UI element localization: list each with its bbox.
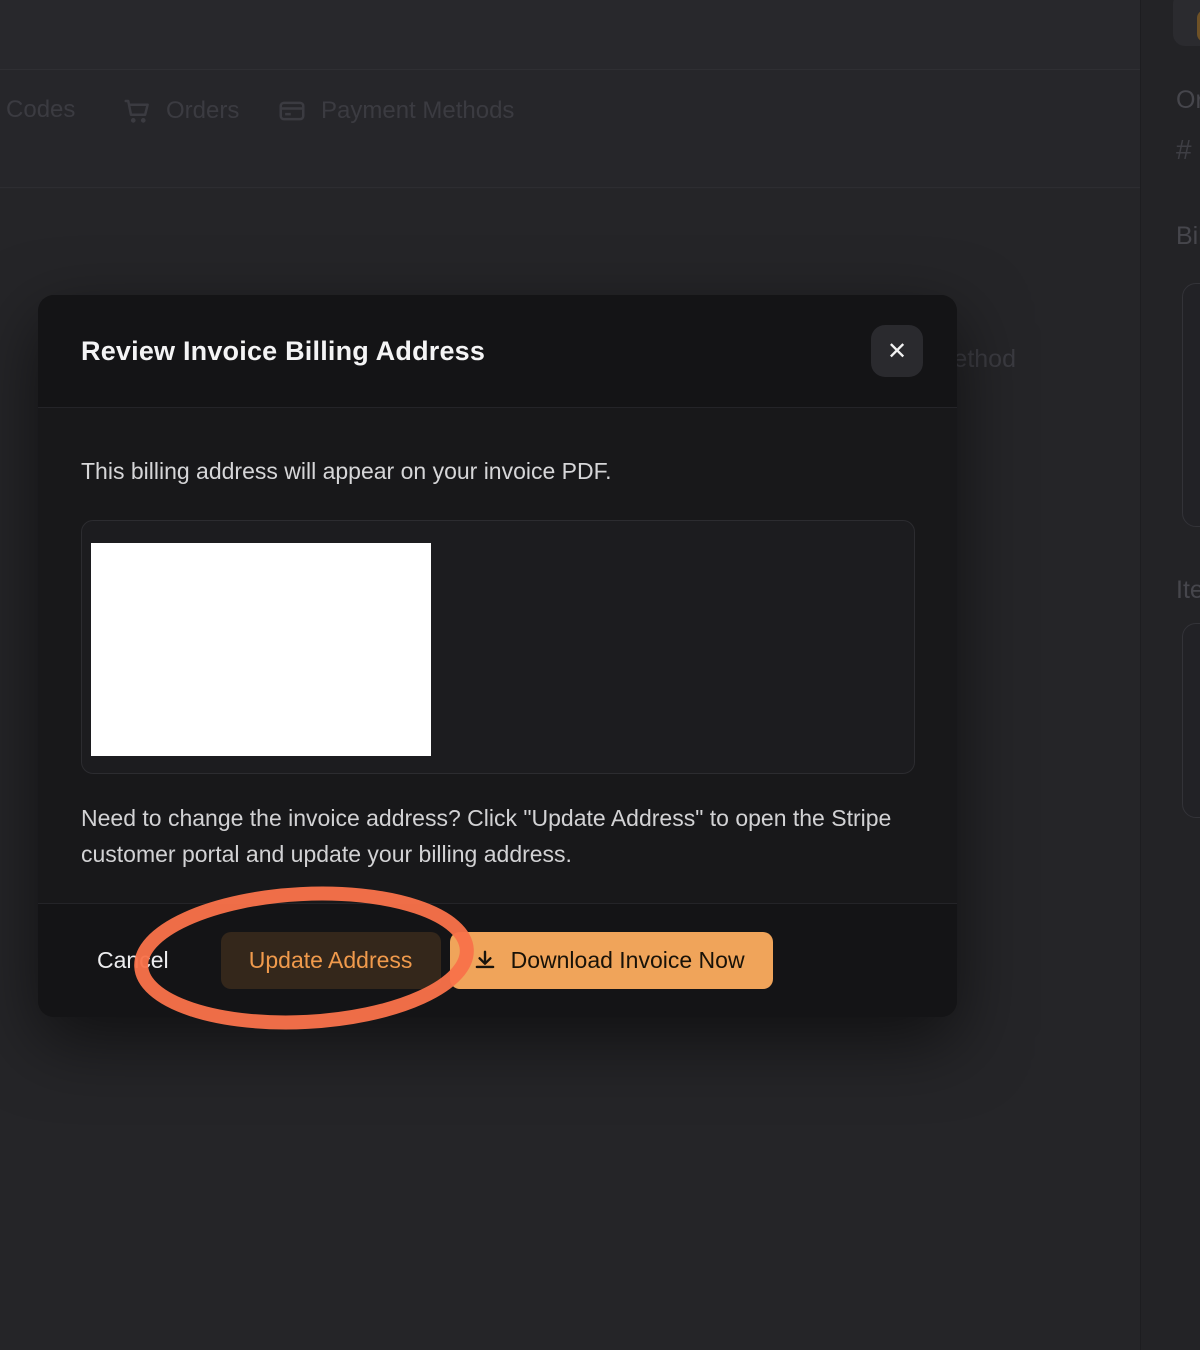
background-tab-band [0, 71, 1200, 188]
dialog-intro-text: This billing address will appear on your… [81, 458, 914, 485]
update-address-button[interactable]: Update Address [221, 932, 441, 989]
billing-address-preview-box [81, 520, 915, 774]
drawer-toolbar-button[interactable] [1173, 0, 1200, 46]
cart-icon [122, 96, 152, 126]
drawer-billing-card [1182, 283, 1200, 527]
dialog-title: Review Invoice Billing Address [81, 336, 871, 367]
download-invoice-button[interactable]: Download Invoice Now [450, 932, 773, 989]
review-invoice-billing-address-dialog: Review Invoice Billing Address ✕ This bi… [38, 295, 957, 1017]
tab-codes[interactable]: n Codes [0, 96, 75, 124]
close-icon: ✕ [887, 337, 907, 366]
dialog-body: This billing address will appear on your… [38, 408, 957, 903]
drawer-items-card [1182, 623, 1200, 818]
tab-orders-label: Orders [166, 97, 239, 125]
tab-payment-methods[interactable]: Payment Methods [277, 96, 514, 126]
background-top-band [0, 0, 1200, 70]
drawer-items-heading: Ite [1176, 576, 1200, 605]
drawer-order-number: # [1176, 134, 1192, 166]
cancel-button[interactable]: Cancel [97, 947, 169, 974]
drawer-billing-heading: Bil [1176, 222, 1200, 251]
dialog-header: Review Invoice Billing Address ✕ [38, 295, 957, 408]
credit-card-icon [277, 96, 307, 126]
order-details-drawer: Or # Bil Ite [1140, 0, 1200, 1350]
tab-codes-label: n Codes [0, 96, 75, 124]
redacted-address-block [91, 543, 431, 756]
close-button[interactable]: ✕ [871, 325, 923, 377]
drawer-order-heading: Or [1176, 86, 1200, 115]
dialog-help-text: Need to change the invoice address? Clic… [81, 800, 921, 872]
dialog-footer: Cancel Update Address Download Invoice N… [38, 903, 957, 1017]
screenshot-stage: n Codes Orders Payment Methods Payment M… [0, 0, 1200, 1350]
tab-orders[interactable]: Orders [122, 96, 239, 126]
download-icon [472, 948, 498, 974]
tab-payment-methods-label: Payment Methods [321, 97, 514, 125]
download-invoice-label: Download Invoice Now [511, 947, 745, 974]
